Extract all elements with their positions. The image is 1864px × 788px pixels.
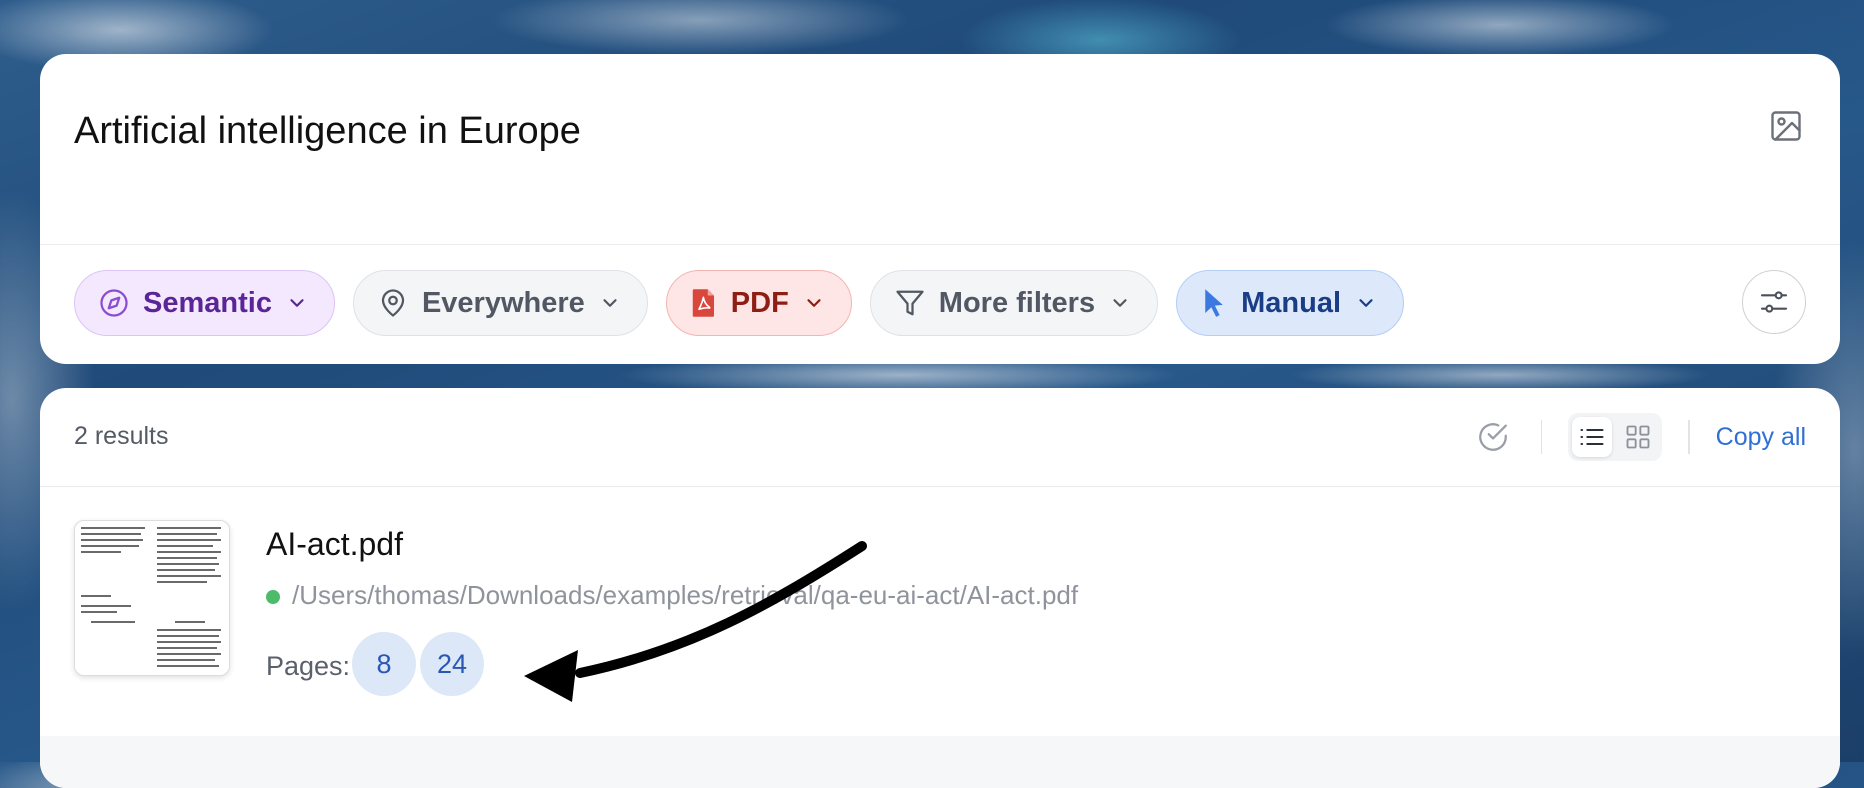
check-circle-icon	[1478, 423, 1507, 451]
page-chip[interactable]: 8	[352, 632, 416, 696]
copy-all-button[interactable]: Copy all	[1716, 423, 1806, 452]
image-icon	[1771, 111, 1801, 141]
panel-divider	[40, 244, 1840, 245]
select-all-button[interactable]	[1471, 415, 1515, 459]
filter-semantic-label: Semantic	[143, 286, 272, 319]
results-count: 2 results	[74, 422, 169, 450]
list-view-button[interactable]	[1572, 417, 1613, 457]
indexed-status-dot	[266, 590, 280, 604]
document-thumbnail[interactable]	[74, 520, 230, 676]
view-toggle	[1568, 413, 1663, 461]
search-query-input[interactable]: Artificial intelligence in Europe	[74, 110, 581, 153]
results-header: 2 results Copy all	[40, 388, 1840, 487]
filter-more[interactable]: More filters	[869, 270, 1159, 336]
pdf-file-icon	[692, 289, 714, 317]
list-icon	[1580, 428, 1604, 446]
results-toolbar: Copy all	[1471, 410, 1806, 464]
results-panel: 2 results Copy all AI-act.pdf /Users/tho…	[40, 388, 1840, 788]
chevron-down-icon	[290, 299, 304, 307]
filter-location[interactable]: Everywhere	[352, 270, 648, 336]
result-file-path: /Users/thomas/Downloads/examples/retriev…	[292, 580, 1079, 610]
image-search-button[interactable]	[1766, 106, 1806, 146]
next-result-strip	[40, 736, 1840, 788]
toolbar-divider	[1540, 420, 1543, 454]
result-item[interactable]: AI-act.pdf /Users/thomas/Downloads/examp…	[74, 520, 1806, 696]
filter-semantic[interactable]: Semantic	[74, 270, 335, 336]
search-panel: Artificial intelligence in Europe Semant…	[40, 54, 1840, 364]
filter-more-label: More filters	[938, 286, 1096, 319]
page-chip[interactable]: 24	[420, 632, 484, 696]
filter-location-label: Everywhere	[421, 286, 585, 319]
filter-mode-label: Manual	[1241, 286, 1342, 319]
chevron-down-icon	[1113, 299, 1127, 307]
funnel-icon	[896, 290, 924, 316]
grid-view-button[interactable]	[1618, 417, 1658, 457]
filter-bar: Semantic Everywhere PDF More filters Man…	[74, 270, 1405, 336]
sliders-icon	[1760, 291, 1788, 313]
filter-file-type-label: PDF	[730, 286, 789, 319]
pages-label: Pages:	[266, 651, 351, 681]
result-file-name[interactable]: AI-act.pdf	[266, 526, 403, 563]
chevron-down-icon	[1359, 299, 1373, 307]
filter-mode[interactable]: Manual	[1176, 270, 1405, 336]
filter-file-type[interactable]: PDF	[665, 270, 852, 336]
chevron-down-icon	[807, 299, 821, 307]
toolbar-divider	[1688, 420, 1690, 454]
location-pin-icon	[381, 289, 405, 317]
cursor-icon	[1205, 289, 1223, 317]
search-settings-button[interactable]	[1742, 270, 1806, 334]
compass-icon	[100, 289, 128, 317]
chevron-down-icon	[603, 299, 617, 307]
grid-icon	[1626, 425, 1650, 449]
